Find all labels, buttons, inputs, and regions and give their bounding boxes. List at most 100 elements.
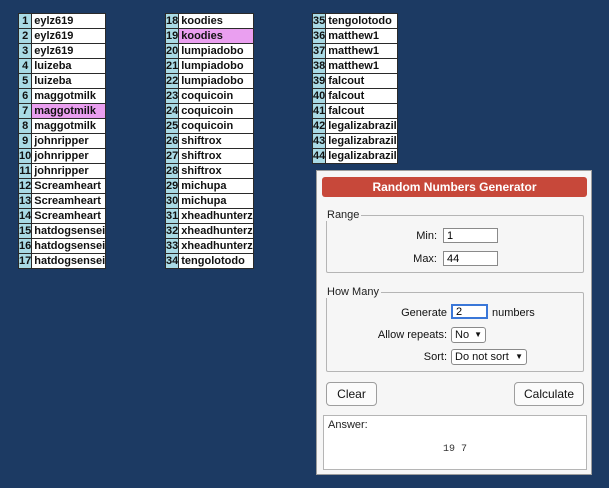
entry-name: lumpiadobo <box>178 73 254 89</box>
entry-name: xheadhunterz <box>178 238 254 254</box>
entry-name: michupa <box>178 193 254 209</box>
row-number: 23 <box>164 88 180 104</box>
entry-name: legalizabrazil <box>325 148 398 164</box>
list-row: 18 koodies <box>164 13 254 29</box>
row-number: 35 <box>311 13 327 29</box>
entry-name: johnripper <box>31 148 107 164</box>
entry-name: shiftrox <box>178 163 254 179</box>
list-row: 41 falcout <box>311 103 398 119</box>
numbers-suffix: numbers <box>492 307 535 319</box>
entry-name: eylz619 <box>31 28 107 44</box>
row-number: 12 <box>17 178 33 194</box>
row-number: 5 <box>17 73 33 89</box>
sort-select[interactable]: Do not sort ▼ <box>451 349 527 365</box>
entry-name: tengolotodo <box>178 253 254 269</box>
list-row: 12 Screamheart <box>17 178 107 194</box>
row-number: 4 <box>17 58 33 74</box>
entry-name: falcout <box>325 88 398 104</box>
max-input[interactable] <box>443 251 498 266</box>
list-row: 6 maggotmilk <box>17 88 107 104</box>
allow-repeats-value: No <box>455 329 470 341</box>
min-label: Min: <box>416 230 437 242</box>
row-number: 11 <box>17 163 33 179</box>
calculate-button[interactable]: Calculate <box>514 382 584 406</box>
entry-name: legalizabrazil <box>325 133 398 149</box>
row-number: 15 <box>17 223 33 239</box>
row-number: 2 <box>17 28 33 44</box>
row-number: 18 <box>164 13 180 29</box>
highlighted-entry-name: maggotmilk <box>31 103 107 119</box>
row-number: 17 <box>17 253 33 269</box>
min-input[interactable] <box>443 228 498 243</box>
list-row: 13 Screamheart <box>17 193 107 209</box>
list-row: 17 hatdogsensei <box>17 253 107 269</box>
generator-title: Random Numbers Generator <box>322 177 587 197</box>
row-number: 7 <box>17 103 33 119</box>
chevron-down-icon: ▼ <box>474 330 482 339</box>
clear-button[interactable]: Clear <box>326 382 377 406</box>
list-row: 44 legalizabrazil <box>311 148 398 164</box>
list-row: 11 johnripper <box>17 163 107 179</box>
list-row: 9 johnripper <box>17 133 107 149</box>
row-number: 10 <box>17 148 33 164</box>
list-row: 27 shiftrox <box>164 148 254 164</box>
row-number: 6 <box>17 88 33 104</box>
row-number: 32 <box>164 223 180 239</box>
list-row: 36 matthew1 <box>311 28 398 44</box>
entry-name: shiftrox <box>178 148 254 164</box>
list-row: 20 lumpiadobo <box>164 43 254 59</box>
entry-list-column-2: 18 koodies 19 koodies 20 lumpiadobo 21 lumpiado… <box>164 13 254 269</box>
row-number: 20 <box>164 43 180 59</box>
entry-name: matthew1 <box>325 43 398 59</box>
random-numbers-generator: Random Numbers Generator Range Min: Max:… <box>316 170 592 475</box>
entry-name: coquicoin <box>178 88 254 104</box>
max-label: Max: <box>413 253 437 265</box>
entry-name: matthew1 <box>325 28 398 44</box>
entry-name: xheadhunterz <box>178 208 254 224</box>
row-number: 37 <box>311 43 327 59</box>
list-row: 5 luizeba <box>17 73 107 89</box>
list-row: 43 legalizabrazil <box>311 133 398 149</box>
list-row: 21 lumpiadobo <box>164 58 254 74</box>
entry-name: xheadhunterz <box>178 223 254 239</box>
entry-name: johnripper <box>31 133 107 149</box>
row-number: 1 <box>17 13 33 29</box>
allow-repeats-select[interactable]: No ▼ <box>451 327 486 343</box>
list-row: 8 maggotmilk <box>17 118 107 134</box>
generate-count-input[interactable] <box>451 304 488 319</box>
highlighted-entry-name: koodies <box>178 28 254 44</box>
list-row: 35 tengolotodo <box>311 13 398 29</box>
list-row: 10 johnripper <box>17 148 107 164</box>
row-number: 44 <box>311 148 327 164</box>
row-number: 8 <box>17 118 33 134</box>
row-number: 39 <box>311 73 327 89</box>
sort-value: Do not sort <box>455 351 509 363</box>
row-number: 16 <box>17 238 33 254</box>
entry-name: Screamheart <box>31 193 107 209</box>
row-number: 22 <box>164 73 180 89</box>
list-row: 2 eylz619 <box>17 28 107 44</box>
row-number: 24 <box>164 103 180 119</box>
entry-name: hatdogsensei <box>31 238 107 254</box>
entry-name: falcout <box>325 73 398 89</box>
list-row: 42 legalizabrazil <box>311 118 398 134</box>
list-row: 33 xheadhunterz <box>164 238 254 254</box>
list-row: 37 matthew1 <box>311 43 398 59</box>
entry-name: lumpiadobo <box>178 58 254 74</box>
list-row: 22 lumpiadobo <box>164 73 254 89</box>
row-number: 21 <box>164 58 180 74</box>
list-row: 15 hatdogsensei <box>17 223 107 239</box>
sort-label: Sort: <box>423 351 447 363</box>
answer-label: Answer: <box>328 419 368 431</box>
entry-name: hatdogsensei <box>31 253 107 269</box>
entry-name: luizeba <box>31 73 107 89</box>
list-row: 29 michupa <box>164 178 254 194</box>
row-number: 29 <box>164 178 180 194</box>
row-number: 38 <box>311 58 327 74</box>
row-number: 13 <box>17 193 33 209</box>
row-number: 34 <box>164 253 180 269</box>
entry-name: eylz619 <box>31 43 107 59</box>
row-number: 26 <box>164 133 180 149</box>
entry-name: legalizabrazil <box>325 118 398 134</box>
list-row: 39 falcout <box>311 73 398 89</box>
